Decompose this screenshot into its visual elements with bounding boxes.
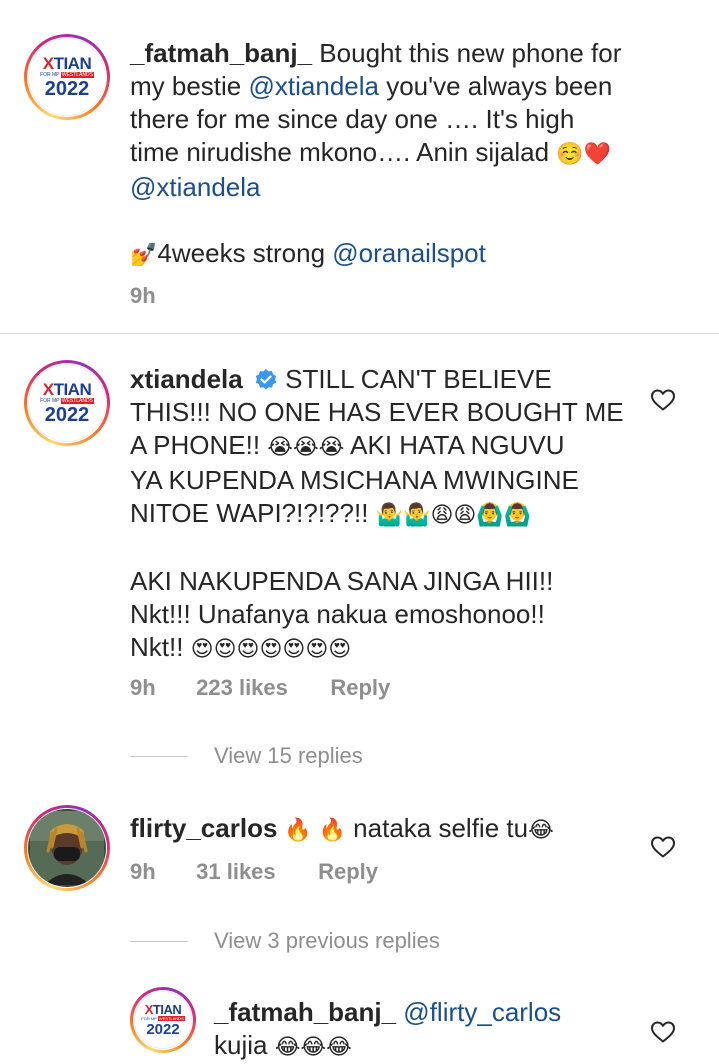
heart-icon[interactable]: [650, 835, 676, 859]
comment1-line-6: AKI NAKUPENDA SANA JINGA HII!!: [130, 566, 554, 596]
mention-xtiandela[interactable]: @xtiandela: [249, 71, 379, 101]
heart-eyes-emoji: 😍😍😍😍😍😍😍: [190, 637, 352, 662]
comment1-line-8: Nkt!! 😍😍😍😍😍😍😍: [130, 632, 352, 662]
comment1-line-2: THIS!!! NO ONE HAS EVER BOUGHT ME: [130, 397, 624, 427]
crying-emoji: 😭😭😭: [267, 435, 345, 460]
nail-polish-emoji: 💅: [130, 243, 158, 268]
logo-year: 2022: [146, 1021, 180, 1038]
caption-avatar[interactable]: XTIAN FOR MP WESTLANDS 2022: [24, 34, 110, 120]
mention-flirty-carlos[interactable]: @flirty_carlos: [396, 997, 561, 1027]
caption-line-2: my bestie @xtiandela you've always been: [130, 71, 613, 101]
logo-year: 2022: [44, 78, 90, 100]
view-replies-button[interactable]: View 15 replies: [214, 743, 363, 769]
comment1-time: 9h: [130, 675, 156, 700]
caption-line-1: _fatmah_banj_ Bought this new phone for: [130, 38, 622, 68]
comment1-likes[interactable]: 223 likes: [196, 675, 288, 700]
reply1-text: _fatmah_banj_ @flirty_carlos kujia 😂😂😂: [214, 996, 634, 1064]
mention-xtiandela-2[interactable]: @xtiandela: [130, 172, 260, 202]
profile-photo: [28, 809, 106, 887]
caption-line-4: time nirudishe mkono…. Anin sijalad ☺️❤️: [130, 137, 612, 167]
comment1-line-4: YA KUPENDA MSICHANA MWINGINE: [130, 465, 579, 495]
laughing-emoji: 😂: [528, 818, 554, 843]
comment1-line-3: A PHONE!! 😭😭😭 AKI HATA NGUVU: [130, 430, 565, 460]
comment1-meta: 9h 223 likes Reply: [130, 675, 390, 701]
logo-brand: XTIAN: [42, 54, 92, 73]
xtian-2022-logo: XTIAN FOR MP WESTLANDS 2022: [134, 991, 192, 1049]
caption-line-3: there for me since day one …. It's high: [130, 104, 575, 134]
logo-brand: XTIAN: [42, 380, 92, 399]
view-previous-replies-button[interactable]: View 3 previous replies: [214, 928, 440, 954]
logo-brand: XTIAN: [144, 1002, 182, 1017]
comment2-reply-button[interactable]: Reply: [318, 859, 378, 884]
fire-emoji: 🔥 🔥: [277, 818, 354, 843]
person-with-mask-image: [30, 811, 104, 885]
caption-line-6: 💅4weeks strong @oranailspot: [130, 238, 486, 268]
replies-line: [130, 756, 188, 757]
shrug-weary-emoji: 🤷‍♂️🤷‍♂️😩😩🙆‍♂️🙆‍♂️: [375, 503, 532, 528]
reply1-line-2: kujia 😂😂😂: [214, 1030, 352, 1060]
logo-year: 2022: [44, 404, 90, 426]
caption-divider: [0, 333, 719, 334]
comment1-line-5: NITOE WAPI?!?!??!! 🤷‍♂️🤷‍♂️😩😩🙆‍♂️🙆‍♂️: [130, 498, 532, 528]
comment1-avatar[interactable]: XTIAN FOR MP WESTLANDS 2022: [24, 360, 110, 446]
comment2-meta: 9h 31 likes Reply: [130, 859, 378, 885]
comment1-text: xtiandela STILL CAN'T BELIEVE THIS!!! NO…: [130, 363, 650, 666]
smile-heart-emoji: ☺️❤️: [556, 142, 612, 167]
caption-line-5: @xtiandela: [130, 171, 690, 204]
laughing-emoji: 😂😂😂: [274, 1035, 352, 1060]
comment2-avatar[interactable]: [24, 805, 110, 891]
comment1-username[interactable]: xtiandela: [130, 364, 243, 394]
comment1-spacer: [130, 532, 650, 565]
caption-time: 9h: [130, 283, 156, 308]
verified-badge-icon: [255, 369, 277, 390]
heart-icon[interactable]: [650, 388, 676, 412]
comment2-time: 9h: [130, 859, 156, 884]
reply1-username[interactable]: _fatmah_banj_: [214, 997, 396, 1027]
comment2-username[interactable]: flirty_carlos: [130, 813, 277, 843]
caption-username[interactable]: _fatmah_banj_: [130, 38, 312, 68]
caption-text: _fatmah_banj_ Bought this new phone for …: [130, 37, 690, 272]
reply1-line-1: _fatmah_banj_ @flirty_carlos: [214, 996, 634, 1029]
comment1-reply-button[interactable]: Reply: [330, 675, 390, 700]
replies-line: [130, 941, 188, 942]
comment2-text: flirty_carlos 🔥 🔥 nataka selfie tu😂: [130, 813, 554, 843]
mention-oranailspot[interactable]: @oranailspot: [332, 238, 486, 268]
comment2-likes[interactable]: 31 likes: [196, 859, 276, 884]
comment1-line-7: Nkt!!! Unafanya nakua emoshonoo!!: [130, 599, 545, 629]
comment1-line-1: xtiandela STILL CAN'T BELIEVE: [130, 364, 552, 394]
xtian-2022-logo: XTIAN FOR MP WESTLANDS 2022: [28, 364, 106, 442]
xtian-2022-logo: XTIAN FOR MP WESTLANDS 2022: [28, 38, 106, 116]
reply1-avatar[interactable]: XTIAN FOR MP WESTLANDS 2022: [130, 987, 196, 1053]
heart-icon[interactable]: [650, 1020, 676, 1044]
